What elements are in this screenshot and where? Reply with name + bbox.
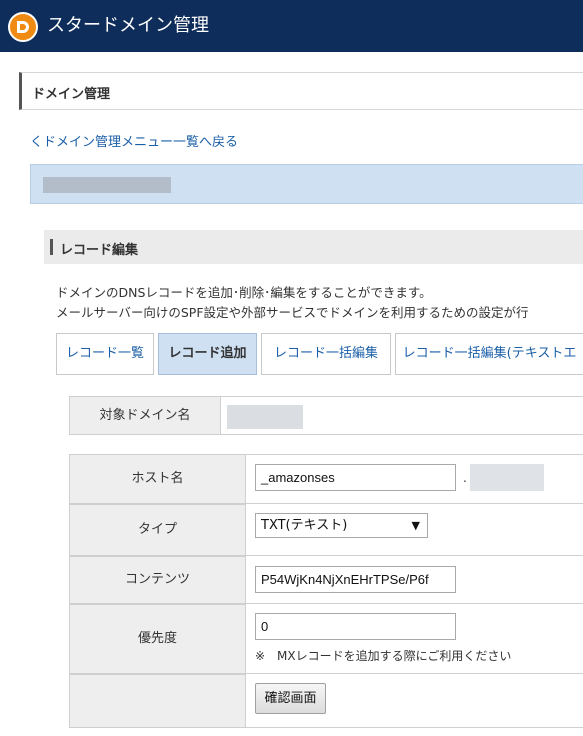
host-name-input[interactable]: _amazonses <box>255 464 456 491</box>
app-title: スタードメイン管理 <box>47 15 209 36</box>
priority-label: 優先度 <box>69 604 246 674</box>
confirm-row-cell: 確認画面 <box>246 674 583 728</box>
record-edit-header: レコード編集 <box>44 230 583 264</box>
section-header: ドメイン管理 <box>19 72 583 110</box>
content-input[interactable]: P54WjKn4NjXnEHrTPSe/P6f <box>255 566 456 593</box>
section-title: ドメイン管理 <box>32 87 111 102</box>
target-domain-cell <box>221 396 583 435</box>
content-cell: P54WjKn4NjXnEHrTPSe/P6f <box>246 556 583 604</box>
back-to-menu-link[interactable]: くドメイン管理メニュー一覧へ戻る <box>30 131 238 150</box>
tab-record-list[interactable]: レコード一覧 <box>56 333 154 375</box>
host-suffix-dot: . <box>463 471 467 485</box>
star-domain-logo-icon[interactable] <box>8 12 38 42</box>
type-cell: TXT(テキスト) ▼ <box>246 504 583 556</box>
record-edit-title: レコード編集 <box>60 243 139 258</box>
host-name-label: ホスト名 <box>69 454 246 504</box>
redacted-domain-name <box>43 177 171 193</box>
confirm-row-label <box>69 674 246 728</box>
priority-note: ※ MXレコードを追加する際にご利用ください <box>255 649 512 663</box>
domain-banner <box>30 164 583 204</box>
priority-cell: 0 ※ MXレコードを追加する際にご利用ください <box>246 604 583 674</box>
host-name-cell: _amazonses . <box>246 454 583 504</box>
redacted-host-suffix <box>470 464 544 491</box>
type-select-value: TXT(テキスト) <box>261 518 348 533</box>
dropdown-arrow-icon: ▼ <box>411 519 420 532</box>
priority-input[interactable]: 0 <box>255 613 456 640</box>
app-header: スタードメイン管理 <box>0 0 583 52</box>
tab-record-bulk-edit[interactable]: レコード一括編集 <box>261 333 391 375</box>
description-line-2: メールサーバー向けのSPF設定や外部サービスでドメインを利用するための設定が行 <box>56 305 529 320</box>
type-select[interactable]: TXT(テキスト) ▼ <box>255 513 428 538</box>
description-line-1: ドメインのDNSレコードを追加･削除･編集をすることができます。 <box>56 285 432 300</box>
confirm-button[interactable]: 確認画面 <box>255 683 326 714</box>
target-domain-label: 対象ドメイン名 <box>69 396 221 435</box>
tab-record-bulk-edit-text[interactable]: レコード一括編集(テキストエ <box>395 333 583 375</box>
heading-marker <box>50 239 53 255</box>
content-label: コンテンツ <box>69 556 246 604</box>
type-label: タイプ <box>69 504 246 556</box>
redacted-target-domain <box>227 405 303 429</box>
tab-record-add[interactable]: レコード追加 <box>158 333 257 375</box>
